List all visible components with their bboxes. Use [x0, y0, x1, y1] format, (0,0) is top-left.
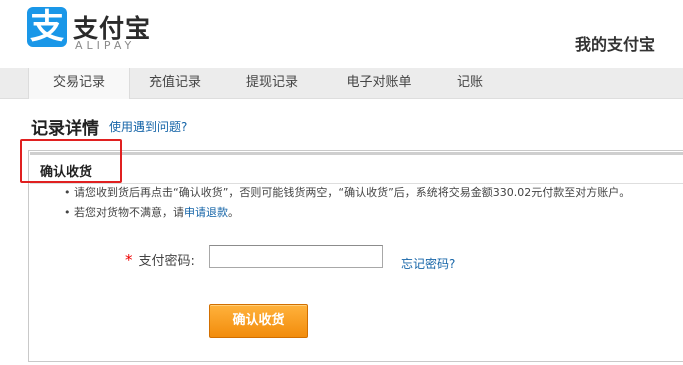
notice-1-prefix: 请您收到货后再点击“确认收货”，否则可能钱货两空，“确认收货”后，系统将交易金额 — [74, 186, 493, 199]
nav-item-recharge-records[interactable]: 充值记录 — [129, 68, 221, 98]
notice-2-prefix: 若您对货物不满意，请 — [74, 206, 184, 219]
page-title: 记录详情 — [31, 119, 99, 139]
notice-line-2: • 若您对货物不满意，请申请退款。 — [64, 204, 239, 220]
alipay-icon: 支 — [27, 7, 67, 47]
nav-item-trade-records[interactable]: 交易记录 — [28, 68, 130, 99]
confirm-receipt-button[interactable]: 确认收货 — [209, 304, 308, 338]
password-label: * 支付密码: — [125, 250, 195, 269]
nav-item-e-statement[interactable]: 电子对账单 — [328, 68, 430, 98]
forgot-password-link[interactable]: 忘记密码? — [401, 255, 455, 272]
required-mark: * — [125, 251, 133, 269]
notice-1-suffix: 元付款至对方账户。 — [531, 186, 631, 199]
payment-password-input[interactable] — [209, 245, 383, 268]
help-link[interactable]: 使用遇到问题? — [109, 118, 187, 135]
bullet-dot: • — [64, 186, 74, 199]
notice-line-1: • 请您收到货后再点击“确认收货”，否则可能钱货两空，“确认收货”后，系统将交易… — [64, 184, 630, 200]
top-nav: 交易记录 充值记录 提现记录 电子对账单 记账 — [0, 68, 683, 99]
bullet-dot: • — [64, 206, 74, 219]
logo-en-text: ALIPAY — [75, 39, 136, 52]
highlight-annotation — [20, 139, 122, 183]
notice-amount: 330.02 — [492, 186, 532, 199]
refund-link[interactable]: 申请退款 — [184, 206, 228, 219]
panel-header: 确认收货 — [30, 152, 683, 184]
password-label-text: 支付密码: — [138, 254, 195, 269]
notice-2-suffix: 。 — [228, 206, 239, 219]
my-alipay-link[interactable]: 我的支付宝 — [575, 31, 655, 55]
alipay-logo[interactable]: 支 支付宝 ALIPAY — [27, 7, 167, 53]
nav-item-withdraw-records[interactable]: 提现记录 — [226, 68, 318, 98]
header: 支 支付宝 ALIPAY 我的支付宝 — [0, 0, 683, 68]
nav-item-bookkeeping[interactable]: 记账 — [440, 68, 500, 98]
